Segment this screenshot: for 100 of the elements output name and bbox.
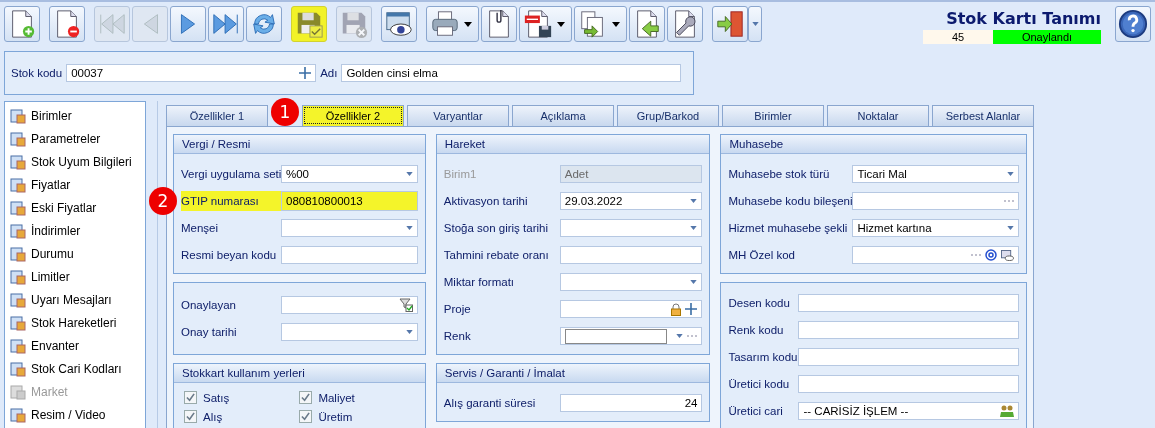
sidebar-item[interactable]: Parametreler bbox=[10, 127, 145, 150]
field-label: Muhasebe stok türü bbox=[728, 168, 831, 180]
checkbox[interactable] bbox=[184, 391, 197, 404]
sidebar-item[interactable]: İndirimler bbox=[10, 219, 145, 242]
checkbox-option[interactable]: Maliyet bbox=[299, 391, 415, 404]
field-label: Üretici cari bbox=[728, 405, 784, 417]
sidebar-item[interactable]: Stok Uyum Bilgileri bbox=[10, 150, 145, 173]
dropdown-field[interactable] bbox=[559, 219, 703, 237]
people-icon bbox=[1000, 405, 1014, 417]
dropdown-field[interactable] bbox=[281, 219, 418, 237]
save-button[interactable] bbox=[291, 6, 327, 42]
input-field[interactable] bbox=[281, 296, 418, 314]
field-label: Vergi uygulama seti bbox=[181, 168, 281, 180]
input-field[interactable] bbox=[559, 300, 703, 318]
field-label: Desen kodu bbox=[728, 297, 791, 309]
field-label: Menşei bbox=[181, 222, 220, 234]
input-field[interactable] bbox=[798, 321, 1019, 339]
dropdown-field[interactable]: Hizmet kartına bbox=[852, 219, 1019, 237]
input-field[interactable] bbox=[281, 246, 418, 264]
document-icon bbox=[10, 107, 26, 124]
sidebar-item[interactable]: Resim / Video bbox=[10, 403, 145, 426]
new-button[interactable] bbox=[4, 6, 40, 42]
tab[interactable]: Birimler bbox=[722, 105, 824, 126]
sidebar-item[interactable]: Uyarı Mesajları bbox=[10, 288, 145, 311]
dropdown-button[interactable] bbox=[748, 6, 762, 42]
record-count: 45 bbox=[923, 30, 993, 44]
delete-button[interactable] bbox=[49, 6, 85, 42]
tab[interactable]: Özellikler 1 bbox=[166, 105, 268, 126]
dropdown-field[interactable] bbox=[559, 273, 703, 291]
help-button[interactable] bbox=[1115, 6, 1151, 42]
sidebar-item[interactable]: Limitler bbox=[10, 265, 145, 288]
checkbox[interactable] bbox=[299, 410, 313, 423]
checkbox-option[interactable]: Üretim bbox=[299, 410, 415, 423]
last-button[interactable] bbox=[208, 6, 244, 42]
tools-button[interactable] bbox=[667, 6, 703, 42]
field-label: Üretici kodu bbox=[728, 378, 791, 390]
dropdown-field[interactable]: 29.03.2022 bbox=[559, 192, 703, 210]
import-button[interactable] bbox=[629, 6, 665, 42]
input-field[interactable]: -- CARİSİZ İŞLEM -- bbox=[798, 402, 1019, 420]
input-field[interactable]: 080810800013 bbox=[281, 191, 418, 211]
tab[interactable]: Grup/Barkod bbox=[617, 105, 719, 126]
exit-button[interactable] bbox=[712, 6, 748, 42]
caret-icon bbox=[1007, 172, 1014, 176]
tab[interactable]: Özellikler 2 bbox=[302, 105, 404, 126]
document-icon bbox=[10, 153, 26, 170]
refresh-button[interactable] bbox=[246, 6, 282, 42]
stock-code-field[interactable]: 00037 bbox=[66, 64, 317, 82]
input-field[interactable] bbox=[798, 375, 1019, 393]
sidebar-item[interactable]: Eski Fiyatlar bbox=[10, 196, 145, 219]
checkbox-option[interactable]: Satış bbox=[184, 391, 300, 404]
tab[interactable]: Serbest Alanlar bbox=[932, 105, 1034, 126]
attach-button[interactable] bbox=[481, 6, 517, 42]
preview-button[interactable] bbox=[381, 6, 417, 42]
field-label: Renk bbox=[443, 330, 472, 342]
tab[interactable]: Noktalar bbox=[827, 105, 929, 126]
input-field[interactable] bbox=[559, 327, 703, 345]
window-title: Stok Kartı Tanımı bbox=[946, 9, 1101, 28]
dropdown-field[interactable]: %00 bbox=[281, 165, 418, 183]
sidebar-item[interactable]: Stok Hareketleri bbox=[10, 311, 145, 334]
dropdown-field[interactable] bbox=[281, 323, 418, 341]
sidebar-item[interactable]: Stok Cari Kodları bbox=[10, 357, 145, 380]
sidebar-item[interactable]: Fiyatlar bbox=[10, 173, 145, 196]
document-icon bbox=[10, 291, 26, 308]
next-button[interactable] bbox=[170, 6, 206, 42]
panel-title: Muhasebe bbox=[721, 135, 1026, 154]
plus-icon bbox=[685, 303, 698, 315]
field-label: Resmi beyan kodu bbox=[181, 249, 278, 261]
checkbox-option[interactable]: Alış bbox=[184, 410, 300, 423]
field-label: Adı bbox=[320, 67, 338, 79]
print-icon bbox=[430, 9, 460, 39]
input-field[interactable] bbox=[798, 348, 1019, 366]
input-field[interactable]: 24 bbox=[559, 394, 703, 412]
tab[interactable]: Varyantlar bbox=[407, 105, 509, 126]
input-field[interactable] bbox=[559, 246, 703, 264]
panel-title: Vergi / Resmi bbox=[174, 135, 425, 154]
callout-badge: 1 bbox=[271, 98, 299, 126]
input-field[interactable] bbox=[798, 294, 1019, 312]
copy-button[interactable] bbox=[574, 6, 627, 42]
input-field[interactable] bbox=[852, 192, 1019, 210]
document-icon bbox=[10, 176, 26, 193]
help-icon bbox=[1118, 9, 1148, 39]
caret-icon bbox=[751, 22, 759, 26]
panel-title: Stokkart kullanım yerleri bbox=[174, 364, 425, 383]
checkbox[interactable] bbox=[299, 391, 313, 404]
dropdown-field[interactable]: Ticari Mal bbox=[852, 165, 1019, 183]
input-field[interactable] bbox=[852, 246, 1019, 264]
caret-icon bbox=[405, 172, 413, 176]
caret-icon bbox=[1007, 226, 1014, 230]
sidebar-item[interactable]: Envanter bbox=[10, 334, 145, 357]
checkbox[interactable] bbox=[184, 410, 197, 423]
sidebar-item[interactable]: Birimler bbox=[10, 104, 145, 127]
sidebar-item[interactable]: Durumu bbox=[10, 242, 145, 265]
field-label: Tahmini rebate oranı bbox=[443, 249, 550, 261]
stock-name-field[interactable]: Golden cinsi elma bbox=[341, 64, 682, 82]
tab[interactable]: Açıklama bbox=[512, 105, 614, 126]
print-button[interactable] bbox=[426, 6, 479, 42]
pdf-button[interactable] bbox=[519, 6, 572, 42]
field-label: Alış garanti süresi bbox=[443, 397, 537, 409]
field-label: Tasarım kodu bbox=[728, 351, 799, 363]
field-label: Hizmet muhasebe şekli bbox=[728, 222, 849, 234]
